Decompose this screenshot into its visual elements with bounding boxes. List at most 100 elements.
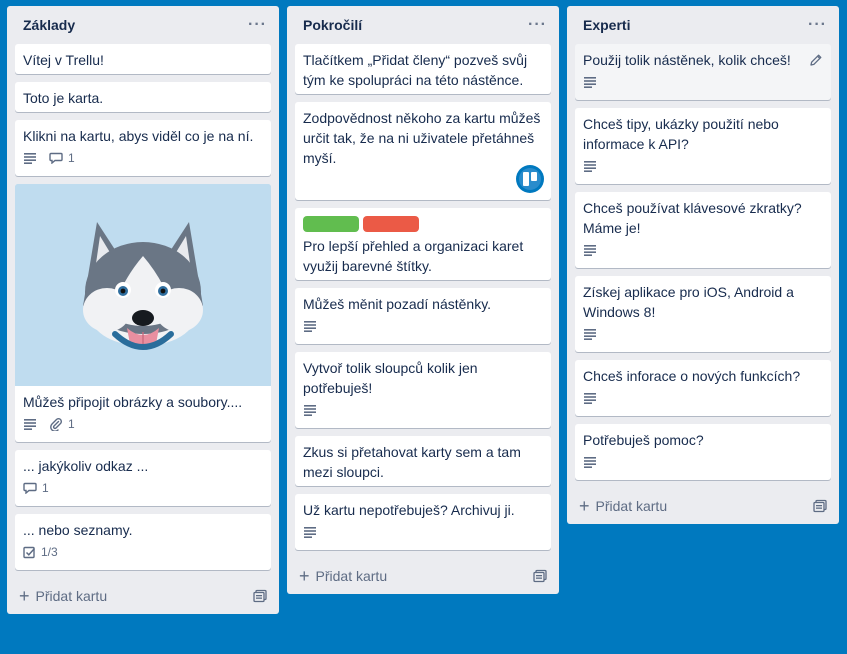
card-badges [583,240,823,260]
card[interactable]: Klikni na kartu, abys viděl co je na ní.… [15,120,271,176]
card-list: Použij tolik nástěnek, kolik chceš! Chce… [567,44,839,480]
card[interactable]: Chceš používat klávesové zkratky? Máme j… [575,192,831,268]
card[interactable]: Potřebuješ pomoc? [575,424,831,480]
card-badges: 1/3 [23,542,263,562]
card-title: Toto je karta. [23,90,104,106]
description-icon [24,153,36,164]
card-title: Tlačítkem „Přidat členy“ pozveš svůj tým… [303,52,528,88]
description-icon [584,245,596,256]
husky-image [15,184,271,386]
template-icon[interactable] [813,499,827,513]
card[interactable]: Pro lepší přehled a organizaci karet vyu… [295,208,551,280]
card[interactable]: Už kartu nepotřebuješ? Archivuj ji. [295,494,551,550]
card-title: Chceš inforace o nových funkcích? [583,368,801,384]
list-menu-button[interactable]: ··· [524,16,551,34]
card-badges [583,324,823,344]
description-icon [304,321,316,332]
description-icon [584,329,596,340]
list-header: Základy ··· [7,6,279,44]
card[interactable]: Vítej v Trellu! [15,44,271,74]
card[interactable]: Zkus si přetahovat karty sem a tam mezi … [295,436,551,486]
list-menu-button[interactable]: ··· [244,16,271,34]
plus-icon: + [299,566,310,586]
card[interactable]: Získej aplikace pro iOS, Android a Windo… [575,276,831,352]
list-title[interactable]: Pokročilí [303,17,362,33]
template-icon[interactable] [533,569,547,583]
label-red[interactable] [363,216,419,232]
card[interactable]: Chceš tipy, ukázky použití nebo informac… [575,108,831,184]
card-title: Klikni na kartu, abys viděl co je na ní. [23,128,254,144]
card-title: ... jakýkoliv odkaz ... [23,458,149,474]
list-header: Pokročilí ··· [287,6,559,44]
card-badges: 1 [23,414,263,434]
list-menu-button[interactable]: ··· [804,16,831,34]
card[interactable]: ... jakýkoliv odkaz ... 1 [15,450,271,506]
add-card-label: Přidat kartu [35,588,108,604]
comments-badge: 1 [49,148,75,168]
comments-count: 1 [68,151,75,165]
list-experti: Experti ··· Použij tolik nástěnek, kolik… [567,6,839,524]
card-list: Tlačítkem „Přidat členy“ pozveš svůj tým… [287,44,559,550]
description-icon [584,77,596,88]
list-zaklady: Základy ··· Vítej v Trellu! Toto je kart… [7,6,279,614]
attachment-icon [50,417,63,431]
card-with-cover[interactable]: Můžeš připojit obrázky a soubory.... 1 [15,184,271,442]
card[interactable]: Toto je karta. [15,82,271,112]
description-badge [583,456,597,468]
description-icon [584,393,596,404]
card-body: Můžeš připojit obrázky a soubory.... 1 [15,386,271,442]
list-pokrocili: Pokročilí ··· Tlačítkem „Přidat členy“ p… [287,6,559,594]
card-title: Zkus si přetahovat karty sem a tam mezi … [303,444,521,480]
description-badge [303,526,317,538]
list-title[interactable]: Základy [23,17,75,33]
card-badges [303,316,543,336]
card[interactable]: Můžeš měnit pozadí nástěnky. [295,288,551,344]
description-badge [23,152,37,164]
card[interactable]: Chceš inforace o nových funkcích? [575,360,831,416]
add-card-button[interactable]: + Přidat kartu [299,566,388,586]
card[interactable]: Tlačítkem „Přidat členy“ pozveš svůj tým… [295,44,551,94]
comments-count: 1 [42,481,49,495]
card[interactable]: Vytvoř tolik sloupců kolik jen potřebuje… [295,352,551,428]
add-card-label: Přidat kartu [315,568,388,584]
add-card-row: + Přidat kartu [7,578,279,614]
card-title: Zodpovědnost někoho za kartu můžeš určit… [303,110,541,166]
plus-icon: + [19,586,30,606]
comments-badge: 1 [23,478,49,498]
edit-pencil-icon[interactable] [809,53,823,67]
description-badge [583,328,597,340]
checklist-badge: 1/3 [23,542,58,562]
description-icon [584,457,596,468]
card-title: Můžeš měnit pozadí nástěnky. [303,296,492,312]
list-title[interactable]: Experti [583,17,630,33]
checklist-count: 1/3 [41,545,58,559]
card[interactable]: Použij tolik nástěnek, kolik chceš! [575,44,831,100]
card-badges [303,400,543,420]
add-card-button[interactable]: + Přidat kartu [19,586,108,606]
member-avatar-icon[interactable] [516,165,544,193]
description-badge [583,244,597,256]
card-badges: 1 [23,478,263,498]
comment-icon [49,152,63,164]
add-card-row: + Přidat kartu [287,558,559,594]
card-title: Už kartu nepotřebuješ? Archivuj ji. [303,502,515,518]
template-icon[interactable] [253,589,267,603]
comment-icon [23,482,37,494]
card[interactable]: ... nebo seznamy. 1/3 [15,514,271,570]
board: Základy ··· Vítej v Trellu! Toto je kart… [0,0,847,654]
card[interactable]: Zodpovědnost někoho za kartu můžeš určit… [295,102,551,200]
card-badges: 1 [23,148,263,168]
add-card-button[interactable]: + Přidat kartu [579,496,668,516]
card-title: Získej aplikace pro iOS, Android a Windo… [583,284,794,320]
description-icon [304,405,316,416]
plus-icon: + [579,496,590,516]
card-labels [303,216,543,232]
card-title: Můžeš připojit obrázky a soubory.... [23,394,243,410]
card-title: Použij tolik nástěnek, kolik chceš! [583,52,791,68]
label-green[interactable] [303,216,359,232]
card-title: Chceš tipy, ukázky použití nebo informac… [583,116,779,152]
card-title: Potřebuješ pomoc? [583,432,704,448]
card-badges [303,522,543,542]
add-card-label: Přidat kartu [595,498,668,514]
card-list: Vítej v Trellu! Toto je karta. Klikni na… [7,44,279,570]
